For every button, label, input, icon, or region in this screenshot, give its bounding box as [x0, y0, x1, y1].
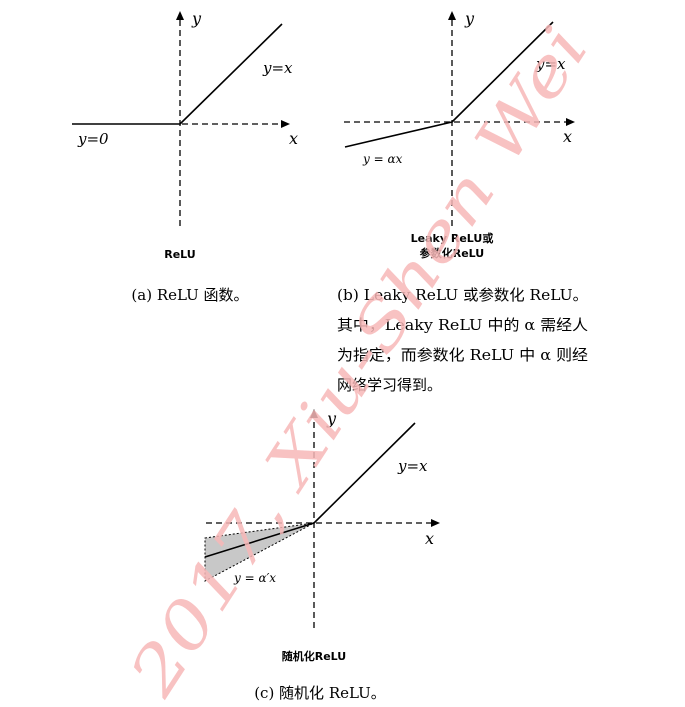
- panel-a-caption: (a) ReLU 函数。: [131, 286, 248, 304]
- panel-b-line-label-left: y = αx: [362, 152, 403, 166]
- panel-b-line-left: [344, 121, 453, 148]
- panel-a-x-axis-label: x: [289, 129, 298, 148]
- figure-canvas: y x y=x y=0 ReLU (a) ReLU 函数。 y x y=x y …: [72, 9, 603, 707]
- panel-a-line-label-right: y=x: [262, 59, 293, 77]
- panel-a-title: ReLU: [164, 248, 195, 261]
- panel-c-caption: (c) 随机化 ReLU。: [254, 684, 386, 702]
- panel-a-y-arrow-icon: [176, 11, 184, 20]
- panel-c-x-arrow-icon: [431, 519, 440, 527]
- panel-b-y-axis-label: y: [464, 9, 475, 28]
- panel-b-x-axis-label: x: [563, 127, 572, 146]
- panel-c-x-axis-label: x: [425, 529, 434, 548]
- panel-a-x-arrow-icon: [281, 120, 290, 128]
- panel-a-y-axis-label: y: [191, 9, 202, 28]
- panel-a-line-label-left: y=0: [77, 130, 109, 148]
- panel-c-line-label-right: y=x: [397, 457, 428, 475]
- panel-b-x-arrow-icon: [566, 118, 575, 126]
- panel-c-title: 随机化ReLU: [282, 649, 346, 663]
- panel-a-relu: y x y=x y=0 ReLU (a) ReLU 函数。: [72, 9, 298, 304]
- panel-b-y-arrow-icon: [448, 11, 456, 20]
